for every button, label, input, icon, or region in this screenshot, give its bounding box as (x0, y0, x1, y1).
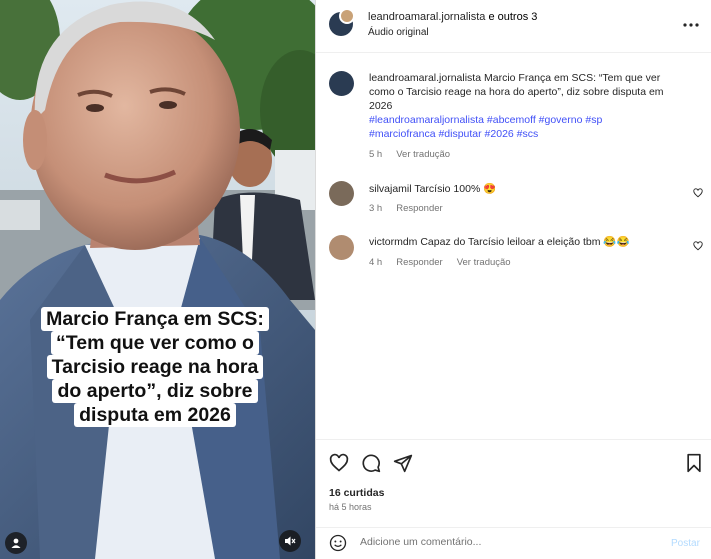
caption-author-link[interactable]: leandroamaral.jornalista (369, 72, 481, 84)
speaker-muted-icon (285, 536, 296, 546)
comments-list[interactable]: leandroamaral.jornalista Marcio França e… (316, 53, 711, 439)
caption-line: “Tem que ver como o (51, 331, 259, 355)
mute-toggle-button[interactable] (279, 530, 301, 552)
other-authors-link[interactable]: outros 3 (498, 11, 538, 23)
caption-time: 5 h (369, 149, 383, 160)
reply-button[interactable]: Responder (396, 203, 442, 214)
user-icon (11, 538, 21, 548)
coauthor-avatar[interactable] (339, 8, 355, 24)
comment-composer: Postar (316, 527, 711, 559)
heart-icon[interactable] (329, 453, 349, 473)
caption-line: Marcio França em SCS: (41, 307, 269, 331)
tagged-users-button[interactable] (5, 532, 27, 554)
comment-time: 4 h (369, 257, 383, 268)
translate-link[interactable]: Ver tradução (457, 257, 511, 268)
emoji-icon[interactable] (329, 534, 347, 552)
authors-joiner: e (485, 11, 498, 23)
original-audio-link[interactable]: Áudio original (368, 27, 429, 38)
comment-icon[interactable] (361, 453, 381, 473)
reply-button[interactable]: Responder (396, 257, 442, 268)
post-comment-button[interactable]: Postar (671, 538, 700, 549)
caption-hashtags[interactable]: #leandroamaraljornalista #abcemoff #gove… (369, 114, 602, 140)
like-comment-heart-icon[interactable] (693, 241, 703, 251)
comment-meta: 4 h Responder Ver tradução (369, 257, 525, 268)
comment-text: Tarcísio 100% 😍 (414, 183, 497, 195)
share-icon[interactable] (393, 453, 413, 473)
comment-text: Capaz do Tarcísio leiloar a eleição tbm … (420, 236, 630, 248)
post-authors: leandroamaral.jornalista e outros 3 (368, 11, 537, 23)
post-header: leandroamaral.jornalista e outros 3 Áudi… (316, 0, 711, 53)
caption-line: do aperto”, diz sobre (52, 379, 258, 403)
comment-item: victormdm Capaz do Tarcísio leiloar a el… (369, 235, 669, 249)
more-options-button[interactable] (683, 15, 699, 33)
commenter-username[interactable]: silvajamil (369, 183, 412, 195)
bookmark-icon[interactable] (685, 453, 703, 473)
likes-count[interactable]: 16 curtidas (329, 487, 384, 499)
caption-line: disputa em 2026 (74, 403, 236, 427)
video-frame (0, 0, 315, 559)
caption-meta: 5 h Ver tradução (369, 149, 464, 160)
more-options-icon (683, 23, 699, 27)
reel-video[interactable]: Marcio França em SCS: “Tem que ver como … (0, 0, 315, 559)
commenter-username[interactable]: victormdm (369, 236, 417, 248)
translate-link[interactable]: Ver tradução (396, 149, 450, 160)
comment-input[interactable] (360, 536, 660, 548)
caption-line: Tarcisio reage na hora (46, 355, 264, 379)
author-username-link[interactable]: leandroamaral.jornalista (368, 11, 485, 23)
post-details-panel: leandroamaral.jornalista e outros 3 Áudi… (315, 0, 711, 559)
video-caption-overlay: Marcio França em SCS: “Tem que ver como … (31, 307, 279, 427)
like-comment-heart-icon[interactable] (693, 188, 703, 198)
commenter-avatar[interactable] (329, 235, 354, 260)
commenter-avatar[interactable] (329, 181, 354, 206)
post-actions: 16 curtidas há 5 horas (316, 439, 711, 527)
comment-meta: 3 h Responder (369, 203, 457, 214)
post-caption: leandroamaral.jornalista Marcio França e… (369, 71, 669, 141)
comment-item: silvajamil Tarcísio 100% 😍 (369, 182, 669, 196)
comment-time: 3 h (369, 203, 383, 214)
author-avatar[interactable] (329, 71, 354, 96)
post-timestamp: há 5 horas (329, 502, 372, 512)
